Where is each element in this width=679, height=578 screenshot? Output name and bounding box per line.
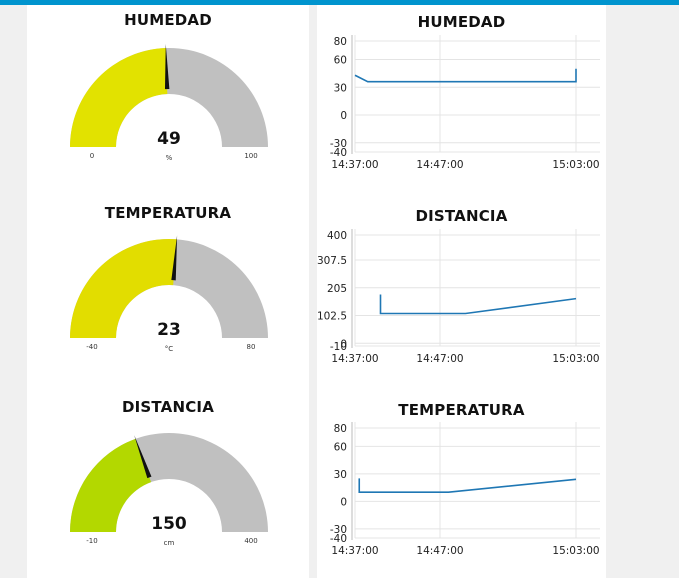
gauge-unit: % bbox=[166, 154, 173, 162]
chart-y-tick-label: 60 bbox=[334, 55, 347, 67]
gauge-max-label: 400 bbox=[244, 537, 257, 545]
chart-y-tick-label: 102.5 bbox=[317, 311, 347, 323]
chart-y-tick-label: 30 bbox=[334, 82, 347, 94]
chart-x-tick-label: 15:03:00 bbox=[552, 545, 599, 557]
chart-y-tick-label: 60 bbox=[334, 441, 347, 453]
chart-y-tick-label: 0 bbox=[340, 496, 347, 508]
chart-series-line bbox=[379, 294, 577, 315]
chart-x-tick-label: 14:47:00 bbox=[416, 159, 463, 171]
humidity-gauge: 49% 0 100 bbox=[70, 44, 268, 162]
gauge-value: 49 bbox=[157, 129, 181, 149]
gauge-max-label: 80 bbox=[247, 343, 256, 351]
chart-card-humedad: HUMEDAD 80 60 30 0 -30 -40 14:37:00 14:47:00 15:… bbox=[317, 5, 606, 196]
chart-y-tick-label: 0 bbox=[340, 110, 347, 122]
gauge-card-humedad: HUMEDAD 49% 0 100 bbox=[27, 5, 309, 196]
chart-series-line bbox=[354, 68, 577, 83]
chart-series-line bbox=[358, 478, 577, 493]
chart-card-distancia: DISTANCIA 400 307.5 205 102.5 0 -10 14:37:00 14… bbox=[317, 196, 606, 390]
chart-y-tick-label: 400 bbox=[327, 230, 347, 242]
chart-y-tick-label: -40 bbox=[330, 533, 347, 545]
gauge-card-distancia: DISTANCIA 150 cm -10 400 bbox=[27, 390, 309, 578]
chart-x-tick-label: 14:47:00 bbox=[416, 353, 463, 365]
chart-y-tick-label: 80 bbox=[334, 423, 347, 435]
gauge-card-temperatura: TEMPERATURA 23 °C -40 80 bbox=[27, 196, 309, 390]
gauge-min-label: -10 bbox=[86, 537, 97, 545]
gauge-value: 150 bbox=[151, 514, 187, 534]
chart-x-tick-label: 15:03:00 bbox=[552, 159, 599, 171]
distance-line-chart: 400307.5205102.50-1014:37:00 14:47:00 15:0… bbox=[317, 229, 600, 365]
gauge-value: 23 bbox=[157, 320, 181, 340]
chart-x-tick-label: 14:47:00 bbox=[416, 545, 463, 557]
chart-y-tick-label: -40 bbox=[330, 147, 347, 159]
chart-x-tick-label: 14:37:00 bbox=[331, 159, 378, 171]
chart-y-tick-label: -10 bbox=[330, 341, 347, 353]
gauge-fill bbox=[70, 438, 152, 532]
gauge-min-label: 0 bbox=[90, 152, 94, 160]
humidity-line-chart: 8060300-30-4014:37:00 14:47:00 15:03:00 bbox=[330, 35, 600, 171]
gauge-min-label: -40 bbox=[86, 343, 97, 351]
chart-card-temperatura: TEMPERATURA 80 60 30 0 -30 -40 14:37:00 14:47:0… bbox=[317, 390, 606, 578]
temperature-gauge: 23 °C -40 80 bbox=[70, 235, 268, 353]
gauge-unit: °C bbox=[165, 345, 174, 353]
chart-x-tick-label: 15:03:00 bbox=[552, 353, 599, 365]
chart-y-tick-label: 80 bbox=[334, 36, 347, 48]
chart-x-tick-label: 14:37:00 bbox=[331, 353, 378, 365]
gauge-unit: cm bbox=[164, 539, 175, 547]
distance-gauge: 150 cm -10 400 bbox=[70, 433, 268, 547]
gauge-max-label: 100 bbox=[244, 152, 257, 160]
chart-y-tick-label: 205 bbox=[327, 283, 347, 295]
chart-y-tick-label: 30 bbox=[334, 469, 347, 481]
temperature-line-chart: 8060300-30-4014:37:00 14:47:00 15:03:00 bbox=[330, 422, 600, 557]
gauge-fill bbox=[70, 48, 168, 147]
chart-y-tick-label: 307.5 bbox=[317, 255, 347, 267]
chart-x-tick-label: 14:37:00 bbox=[331, 545, 378, 557]
